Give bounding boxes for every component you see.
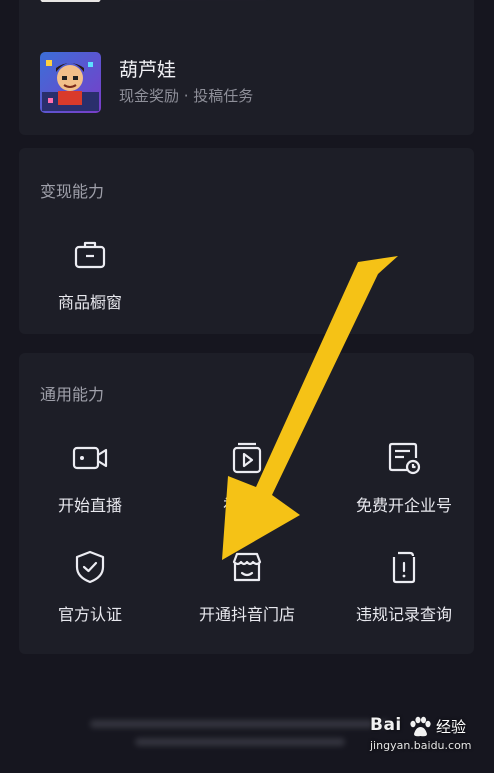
- program-item-partial[interactable]: [40, 0, 440, 2]
- program-item-huluwa[interactable]: 葫芦娃 现金奖励 · 投稿任务: [40, 52, 440, 113]
- general-card: 通用能力 开始直播 视频… 免费开企业号 官方认证 开通抖音门店 违规记录查询: [19, 353, 474, 654]
- watermark-brand: Bai: [370, 715, 402, 735]
- shield-check-icon: [72, 549, 108, 585]
- briefcase-icon: [72, 237, 108, 273]
- program-title: 葫芦娃: [119, 59, 177, 81]
- live-camera-icon: [72, 440, 108, 476]
- tile-enterprise-account[interactable]: 免费开企业号: [328, 440, 480, 530]
- tile-label: 开始直播: [57, 496, 122, 515]
- tile-open-douyin-store[interactable]: 开通抖音门店: [171, 549, 323, 639]
- tile-violation-record[interactable]: 违规记录查询: [328, 549, 480, 639]
- enterprise-clock-icon: [386, 440, 422, 476]
- tile-official-verification[interactable]: 官方认证: [14, 549, 166, 639]
- tile-video[interactable]: 视频…: [171, 440, 323, 530]
- tile-label: 官方认证: [57, 605, 122, 624]
- baidu-watermark: Bai 经验 jingyan.baidu.com: [370, 715, 480, 755]
- tile-label: 商品橱窗: [57, 293, 122, 312]
- program-card: 葫芦娃 现金奖励 · 投稿任务: [19, 0, 474, 135]
- storefront-icon: [229, 549, 265, 585]
- monetization-title: 变现能力: [40, 182, 105, 201]
- tile-label: 违规记录查询: [355, 605, 452, 624]
- tile-label: 视频…: [222, 496, 271, 515]
- program-subtitle: 现金奖励 · 投稿任务: [119, 87, 254, 105]
- tile-label: 开通抖音门店: [198, 605, 295, 624]
- tile-label: 免费开企业号: [355, 496, 452, 515]
- blurred-footer-text: [90, 720, 390, 754]
- tile-start-live[interactable]: 开始直播: [14, 440, 166, 530]
- watermark-url: jingyan.baidu.com: [370, 739, 472, 752]
- play-video-icon: [229, 440, 265, 476]
- tile-product-showcase[interactable]: 商品橱窗: [14, 237, 166, 327]
- general-title: 通用能力: [40, 385, 105, 404]
- monetization-card: 变现能力 商品橱窗: [19, 148, 474, 334]
- violation-record-icon: [386, 549, 422, 585]
- watermark-suffix: 经验: [436, 718, 467, 736]
- program-thumbnail: [40, 52, 101, 113]
